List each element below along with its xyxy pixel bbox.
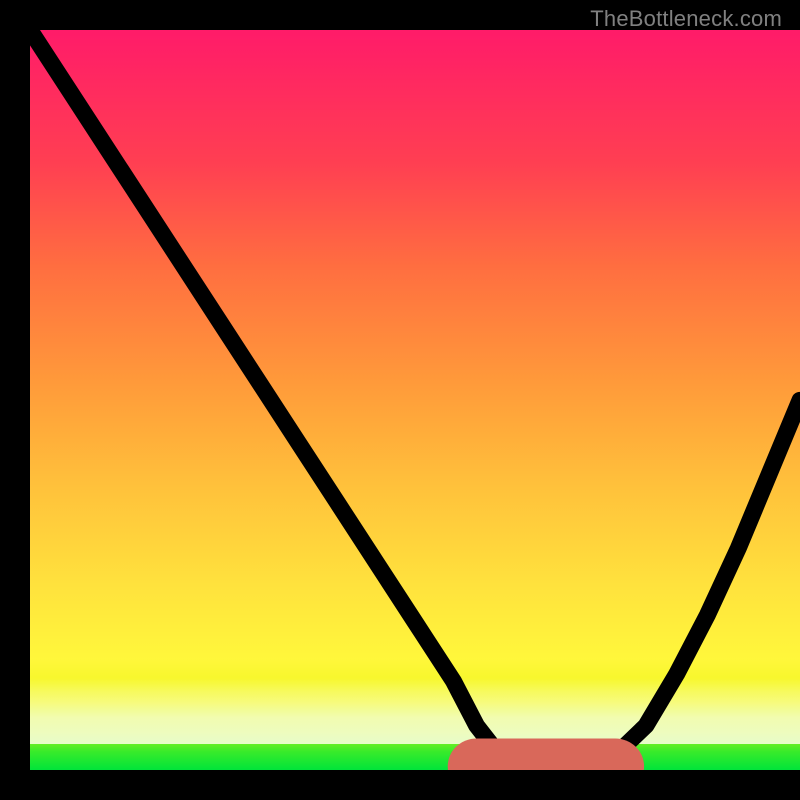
bottleneck-curve xyxy=(30,30,800,766)
watermark-text: TheBottleneck.com xyxy=(590,6,782,32)
plot-area xyxy=(30,30,800,770)
curve-svg xyxy=(30,30,800,770)
chart-container: TheBottleneck.com xyxy=(0,0,800,800)
